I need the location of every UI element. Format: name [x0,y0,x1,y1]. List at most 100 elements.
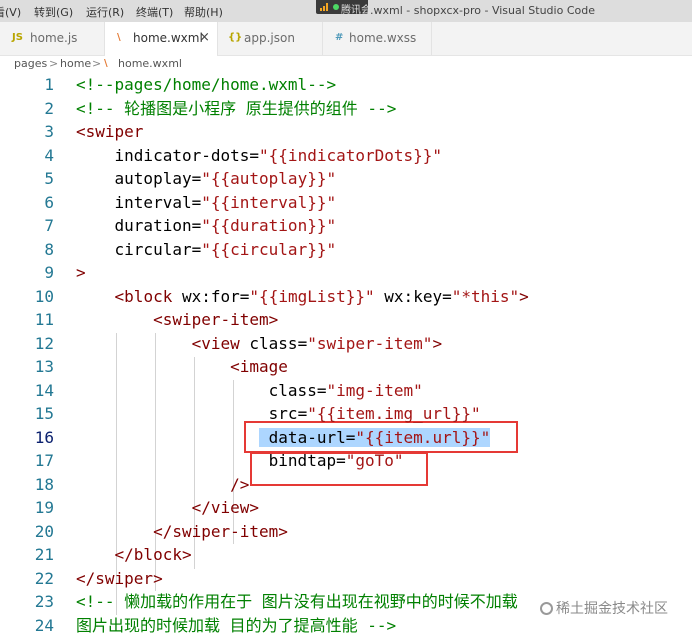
code-line[interactable]: 6 interval="{{interval}}" [0,191,692,215]
code-line[interactable]: 2 <!-- 轮播图是小程序 原生提供的组件 --> [0,97,692,121]
code-token: /> [230,474,250,494]
code-line[interactable]: 22 </swiper> [0,567,692,591]
breadcrumb-file[interactable]: home.wxml [118,57,182,70]
code-token: < [76,122,86,141]
code-token: </ [114,545,134,564]
code-token: < [114,286,125,306]
code-token: > [181,545,192,564]
code-line[interactable]: 16 data-url="{{item.url}}" [0,426,692,450]
code-token: "goTo" [345,451,404,470]
line-number: 12 [34,333,54,353]
line-number: 17 [34,451,54,470]
code-token: wx:key [374,286,443,306]
code-editor[interactable]: 1 <!--pages/home/home.wxml--> 2 <!-- 轮播图是小程… [0,73,692,640]
code-line[interactable]: 7 duration="{{duration}}" [0,214,692,238]
editor-tab-bar: JS home.js \ home.wxml × {} app.json # h… [0,22,692,56]
code-token: < [191,333,202,353]
code-token: = [191,169,202,188]
code-token: data-url [259,427,346,447]
breadcrumb-home[interactable]: home [60,57,91,70]
code-line[interactable]: 8 circular="{{circular}}" [0,238,692,262]
line-number: 3 [44,122,54,141]
code-token: > [278,521,288,541]
code-token: "swiper-item" [307,333,433,353]
code-line[interactable]: 14 class="img-item" [0,379,692,403]
line-number: 18 [34,474,54,494]
code-token: "{{circular}}" [201,239,337,259]
code-line[interactable]: 13 <image [0,355,692,379]
menu-terminal[interactable]: 终端(T) [136,4,173,20]
code-token: = [345,427,356,447]
code-token: > [268,310,279,329]
code-line[interactable]: 10 <block wx:for="{{imgList}}" wx:key="*… [0,285,692,309]
menu-run[interactable]: 运行(R) [86,4,124,20]
status-dot-icon [333,4,339,10]
line-number: 8 [44,239,54,259]
meeting-badge[interactable]: 腾讯会议 [316,0,381,16]
watermark-text: 稀土掘金技术社区 [556,601,668,617]
tab-app-json[interactable]: {} app.json [218,22,322,55]
code-line[interactable]: 3 <swiper [0,120,692,144]
code-text: src="{{item.img_url}}" [76,402,481,425]
close-icon[interactable]: × [199,30,210,45]
code-line[interactable]: 20 </swiper-item> [0,520,692,544]
watermark: 稀土掘金技术社区 [540,598,668,618]
code-line[interactable]: 19 </view> [0,496,692,520]
code-line[interactable]: 11 <swiper-item> [0,308,692,332]
code-line[interactable]: 1 <!--pages/home/home.wxml--> [0,73,692,97]
code-token: </ [76,568,96,588]
tab-label: app.json [244,31,295,45]
code-text: bindtap="goTo" [76,449,404,472]
code-text: > [76,261,86,284]
code-text: interval="{{interval}}" [76,191,337,214]
menu-help[interactable]: 帮助(H) [184,4,223,20]
code-token: "{{item.url}}" [355,427,491,447]
tab-home-wxss[interactable]: # home.wxss [323,22,431,55]
code-token: > [249,498,260,517]
code-line[interactable]: 18 /> [0,473,692,497]
code-text: class="img-item" [76,379,423,402]
code-token: interval [76,192,192,212]
line-number: 6 [44,192,54,212]
code-token: src [76,404,298,423]
line-number: 4 [44,145,54,165]
code-token: view [201,333,240,353]
menu-view[interactable]: 看(V) [0,4,21,20]
code-text: </swiper> [76,567,163,590]
code-line[interactable]: 12 <view class="swiper-item"> [0,332,692,356]
breadcrumb-pages[interactable]: pages [14,57,47,70]
line-number: 14 [34,380,54,400]
code-text: duration="{{duration}}" [76,214,337,237]
code-text: /> [76,473,249,496]
code-token: > [519,286,529,306]
line-number: 22 [34,568,54,588]
tab-home-js[interactable]: JS home.js [0,22,104,55]
js-file-icon: JS [12,32,23,43]
code-line[interactable]: 4 indicator-dots="{{indicatorDots}}" [0,144,692,168]
code-token: image [239,357,288,376]
line-number: 2 [44,98,54,118]
code-text: </block> [76,543,192,566]
code-text: indicator-dots="{{indicatorDots}}" [76,144,443,167]
css-file-icon: # [335,32,344,43]
line-number: 19 [34,498,54,517]
code-token: < [230,357,240,376]
signal-bars-icon [320,3,329,11]
code-line[interactable]: 9 > [0,261,692,285]
code-line[interactable]: 15 src="{{item.img_url}}" [0,402,692,426]
code-token: bindtap [76,451,337,470]
code-token: <!-- 轮播图是小程序 原生提供的组件 --> [76,98,397,118]
code-line[interactable]: 21 </block> [0,543,692,567]
line-number: 24 [34,615,54,635]
title-bar: 看(V) 转到(G) 运行(R) 终端(T) 帮助(H) 腾讯会议 .wxml … [0,0,692,22]
code-text: <image [76,355,288,378]
code-line[interactable]: 17 bindtap="goTo" [0,449,692,473]
tab-home-wxml[interactable]: \ home.wxml × [105,22,217,56]
window-title: .wxml - shopxcx-pro - Visual Studio Code [370,4,595,17]
menu-goto[interactable]: 转到(G) [34,4,73,20]
code-line[interactable]: 5 autoplay="{{autoplay}}" [0,167,692,191]
code-text: 图片出现的时候加载 目的为了提高性能 --> [76,614,396,637]
